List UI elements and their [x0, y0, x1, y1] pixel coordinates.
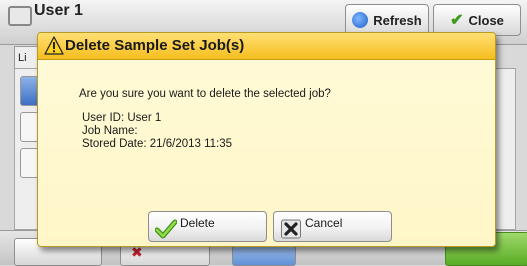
user-id-text: User ID: User 1 [82, 112, 162, 124]
close-check-icon: ✔ [450, 12, 464, 29]
x-icon [281, 219, 301, 239]
confirmation-question: Are you sure you want to delete the sele… [79, 88, 331, 100]
warning-icon [44, 36, 64, 55]
cancel-button[interactable]: Cancel [273, 211, 392, 242]
refresh-label: Refresh [373, 12, 422, 28]
close-label: Close [468, 12, 504, 28]
cancel-button-label: Cancel [305, 216, 343, 230]
background-title: User 1 [34, 2, 83, 19]
delete-confirmation-dialog: Delete Sample Set Job(s) Are you sure yo… [37, 32, 496, 247]
checkmark-icon [155, 219, 177, 239]
delete-button[interactable]: Delete [148, 211, 267, 242]
refresh-icon [352, 12, 369, 28]
dialog-title-bar: Delete Sample Set Job(s) [38, 33, 495, 60]
dialog-title: Delete Sample Set Job(s) [65, 37, 245, 54]
delete-button-label: Delete [180, 216, 215, 230]
job-name-text: Job Name: [82, 125, 138, 137]
stored-date-text: Stored Date: 21/6/2013 11:35 [82, 138, 233, 150]
user-folder-icon [8, 6, 32, 26]
